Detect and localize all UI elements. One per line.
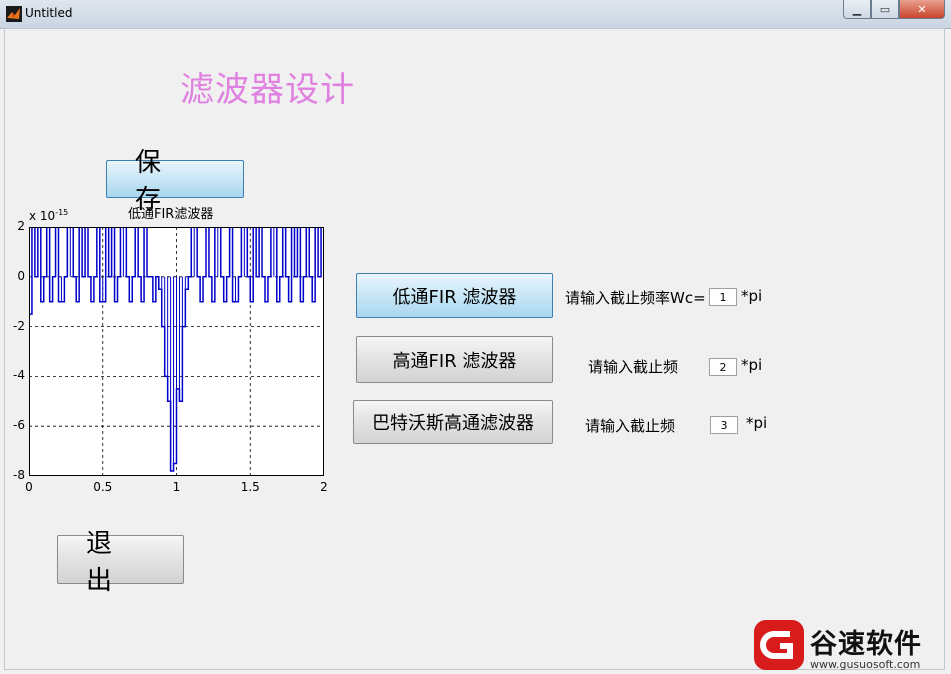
x-tick-label: 0 <box>25 480 33 494</box>
y-tick-label: -2 <box>13 318 25 333</box>
exit-button[interactable]: 退出 <box>57 529 184 596</box>
minimize-button[interactable]: ▁ <box>843 0 871 19</box>
highpass-unit-label: *pi <box>741 356 763 374</box>
watermark-brand: 谷速软件 <box>810 629 922 660</box>
page-title: 滤波器设计 <box>180 70 355 110</box>
x-tick-label: 1.5 <box>240 480 260 494</box>
save-button[interactable]: 保存 <box>106 148 244 215</box>
lowpass-cutoff-input[interactable]: 1 <box>709 288 737 306</box>
butterworth-highpass-button[interactable]: 巴特沃斯高通滤波器 <box>353 400 553 444</box>
chart-title: 低通FIR滤波器 <box>128 207 214 222</box>
filter-response-chart <box>28 226 325 476</box>
lowpass-cutoff-label: 请输入截止频率Wc= <box>565 289 706 307</box>
butterworth-cutoff-label: 请输入截止频 <box>585 417 676 435</box>
butterworth-cutoff-input[interactable]: 3 <box>710 416 738 434</box>
minimize-icon: ▁ <box>852 2 862 16</box>
x-tick-label: 0.5 <box>93 480 113 494</box>
close-icon: ✕ <box>917 2 927 16</box>
plot-axes[interactable] <box>28 226 325 476</box>
maximize-icon: ▭ <box>879 2 891 16</box>
y-tick-label: -6 <box>13 418 25 433</box>
matlab-logo-icon <box>6 6 22 22</box>
y-exponent-label: x 10-15 <box>29 208 69 223</box>
y-tick-label: -4 <box>13 368 25 383</box>
x-tick-label: 1 <box>172 480 181 494</box>
window-title: Untitled <box>25 6 73 20</box>
lowpass-unit-label: *pi <box>741 287 763 305</box>
lowpass-fir-button[interactable]: 低通FIR 滤波器 <box>356 273 553 318</box>
highpass-fir-button[interactable]: 高通FIR 滤波器 <box>356 336 553 383</box>
maximize-button[interactable]: ▭ <box>871 0 899 19</box>
highpass-cutoff-label: 请输入截止频 <box>588 358 679 376</box>
x-tick-label: 2 <box>320 480 328 494</box>
window-controls: ▁ ▭ ✕ <box>843 0 945 20</box>
y-tick-label: 0 <box>17 268 25 283</box>
highpass-cutoff-input[interactable]: 2 <box>709 358 737 376</box>
close-button[interactable]: ✕ <box>899 0 945 19</box>
title-bar: Untitled ▁ ▭ ✕ <box>0 0 951 29</box>
watermark: 谷速软件 www.gusuosoft.com <box>752 618 948 672</box>
butterworth-unit-label: *pi <box>746 414 768 432</box>
y-tick-label: 2 <box>17 219 25 233</box>
watermark-logo-icon <box>754 620 804 670</box>
watermark-url: www.gusuosoft.com <box>810 658 921 671</box>
